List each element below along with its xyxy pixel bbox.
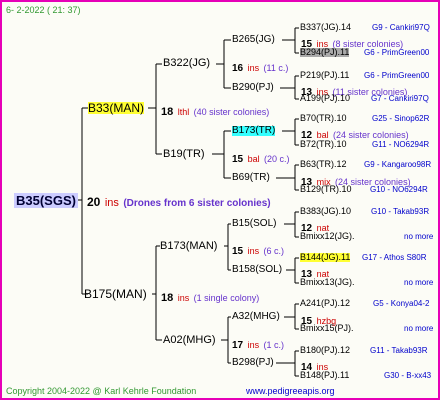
gen4-node-16-info: G30 - B-xx43 [384, 371, 432, 380]
gen1-sire-note: (1 single colony) [193, 293, 260, 303]
gen4-node-10-info: no more [404, 232, 434, 241]
gen1-sire-details: 18 ins (1 single colony) [161, 289, 259, 305]
gen2-node-2-details: 15 bal (20 c.) [232, 150, 290, 166]
gen1-sire-number: 18 [161, 292, 174, 304]
gen4-node-5-name: B70(TR).10 [300, 113, 347, 123]
website-url: www.pedigreeapis.org [246, 386, 335, 396]
root-queen-number: 20 [87, 195, 101, 209]
gen4-node-13-info: G5 - Konya04-2 [373, 299, 430, 308]
gen4-node-7-info: G9 - Kangaroo98R [364, 160, 432, 169]
gen4-node-11-name: B144(JG).11 [300, 252, 351, 262]
report-date: 6- 2-2022 ( 21: 37) [6, 5, 81, 15]
gen4-node-16-name: B148(PJ).11 [300, 370, 350, 380]
gen3-node-4-name: B69(TR) [232, 172, 270, 183]
gen2-node-3-number: 15 [232, 246, 244, 257]
gen3-node-1-name: B265(JG) [232, 34, 275, 45]
gen4-node-12-name: Bmixx13(JG). [300, 277, 355, 287]
gen4-node-6-info: G11 - NO6294R [372, 140, 430, 149]
gen1-dam-details: 18 lthl (40 sister colonies) [161, 103, 269, 119]
gen2-node-1-details: 16 ins (11 c.) [232, 59, 288, 75]
gen4-node-6-name: B72(TR).10 [300, 139, 347, 149]
root-queen-drones-note: (Drones from 6 sister colonies) [123, 198, 271, 209]
gen2-node-1-number: 16 [232, 63, 244, 74]
gen3-node-6-name: B158(SOL) [232, 264, 283, 275]
root-queen-details: 20 ins (Drones from 6 sister colonies) [87, 194, 271, 210]
gen3-node-2-name: B290(PJ) [232, 82, 274, 93]
copyright-text: Copyright 2004-2022 @ Karl Kehrle Founda… [6, 386, 197, 396]
gen4-node-4-info: G7 - Cankiri97Q [371, 94, 429, 103]
gen1-dam-number: 18 [161, 106, 174, 118]
gen4-node-8-info: G10 - NO6294R [370, 185, 428, 194]
root-queen-name: B35(SGS) [14, 193, 78, 208]
gen4-node-11-info: G17 - Athos S80R [362, 253, 427, 262]
gen4-node-4-name: A199(PJ).10 [300, 93, 351, 103]
gen4-node-5-info: G25 - Sinop62R [372, 114, 430, 123]
gen2-node-1-name: B322(JG) [163, 57, 211, 69]
gen4-node-14-info: no more [404, 324, 434, 333]
gen4-node-2-info: G6 - PrimGreen00 [364, 48, 430, 57]
gen2-node-2-code: bal [247, 154, 260, 164]
gen4-node-3-info: G6 - PrimGreen00 [364, 71, 430, 80]
gen4-node-9-info: G10 - Takab93R [371, 207, 430, 216]
gen2-node-3-code: ins [247, 246, 260, 256]
gen1-dam-code: lthl [177, 107, 190, 117]
gen3-node-3-name: B173(TR) [232, 125, 276, 136]
gen2-node-4-number: 17 [232, 340, 244, 351]
gen4-node-7-name: B63(TR).12 [300, 159, 347, 169]
gen2-node-2-note: (20 c.) [264, 154, 290, 164]
gen3-node-7-name: A32(MHG) [232, 311, 280, 322]
gen2-node-4-code: ins [247, 340, 260, 350]
gen2-node-1-note: (11 c.) [263, 63, 289, 73]
gen2-node-4-name: A02(MHG) [163, 334, 216, 346]
gen2-node-3-details: 15 ins (6 c.) [232, 242, 284, 258]
gen4-node-1-name: B337(JG).14 [300, 22, 352, 32]
gen4-node-3-name: P219(PJ).11 [300, 70, 350, 80]
gen1-sire-name: B175(MAN) [84, 287, 147, 301]
gen4-node-9-name: B383(JG).10 [300, 206, 352, 216]
gen2-node-3-note: (6 c.) [263, 246, 285, 256]
gen4-node-12-info: no more [404, 278, 434, 287]
gen1-dam-name: B33(MAN) [88, 101, 145, 115]
gen4-node-2-name: B294(PJ).11 [300, 47, 350, 57]
gen3-node-8-name: B298(PJ) [232, 357, 274, 368]
pedigree-chart: 6- 2-2022 ( 21: 37) Copyright 2004-2022 … [0, 0, 440, 400]
gen1-sire-code: ins [177, 293, 190, 303]
gen2-node-4-note: (1 c.) [263, 340, 285, 350]
gen2-node-4-details: 17 ins (1 c.) [232, 336, 284, 352]
gen4-node-10-name: Bmixx12(JG). [300, 231, 355, 241]
gen2-node-2-number: 15 [232, 154, 244, 165]
gen2-node-1-code: ins [247, 63, 260, 73]
root-queen-code: ins [104, 197, 119, 209]
gen4-node-1-info: G9 - Cankiri97Q [372, 23, 430, 32]
gen4-node-8-name: B129(TR).10 [300, 184, 352, 194]
gen2-node-2-name: B19(TR) [163, 148, 205, 160]
gen4-node-15-info: G11 - Takab93R [370, 346, 428, 355]
gen4-node-15-name: B180(PJ).12 [300, 345, 351, 355]
gen3-node-5-name: B15(SOL) [232, 218, 277, 229]
gen4-node-13-name: A241(PJ).12 [300, 298, 351, 308]
gen2-node-3-name: B173(MAN) [160, 240, 218, 252]
gen1-dam-note: (40 sister colonies) [193, 107, 270, 117]
gen4-node-14-name: Bmixx15(PJ). [300, 323, 354, 333]
